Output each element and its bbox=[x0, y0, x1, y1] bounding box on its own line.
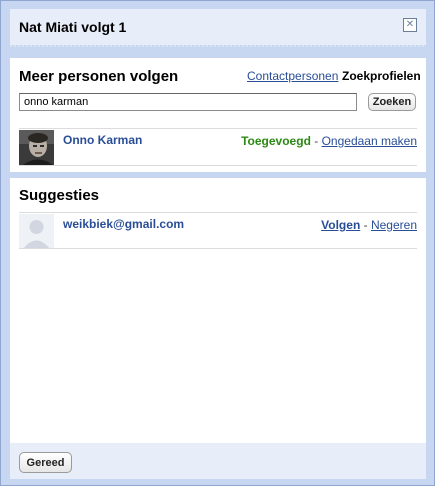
suggestion-actions: Volgen - Negeren bbox=[321, 218, 417, 232]
result-name[interactable]: Onno Karman bbox=[63, 133, 142, 147]
tab-contacts[interactable]: Contactpersonen bbox=[247, 69, 338, 83]
dialog-title-bar: Nat Miati volgt 1 ✕ bbox=[10, 9, 426, 47]
follow-more-section: Meer personen volgen Contactpersonen Zoe… bbox=[10, 58, 426, 172]
added-status: Toegevoegd bbox=[241, 134, 311, 148]
user-photo bbox=[19, 130, 54, 165]
action-separator: - bbox=[363, 218, 368, 232]
search-input[interactable] bbox=[19, 93, 357, 111]
result-divider-bottom bbox=[19, 165, 417, 166]
suggestion-divider-top bbox=[19, 212, 417, 213]
search-button[interactable]: Zoeken bbox=[368, 93, 416, 111]
tab-search-profiles[interactable]: Zoekprofielen bbox=[342, 69, 421, 83]
suggestion-name[interactable]: weikbiek@gmail.com bbox=[63, 217, 184, 231]
suggestions-heading: Suggesties bbox=[19, 187, 100, 204]
done-button[interactable]: Gereed bbox=[19, 452, 72, 473]
action-separator: - bbox=[314, 134, 319, 148]
suggestion-divider-bottom bbox=[19, 248, 417, 249]
dialog-footer: Gereed bbox=[10, 443, 426, 479]
title-divider bbox=[10, 45, 426, 47]
suggestions-section: Suggesties weikbiek@gmail.com Volgen - N… bbox=[10, 178, 426, 443]
follow-more-heading: Meer personen volgen bbox=[19, 68, 179, 85]
follow-dialog: Nat Miati volgt 1 ✕ Meer personen volgen… bbox=[0, 0, 435, 486]
dialog-title: Nat Miati volgt 1 bbox=[19, 19, 127, 35]
result-divider-top bbox=[19, 128, 417, 129]
ignore-link[interactable]: Negeren bbox=[371, 218, 417, 232]
undo-link[interactable]: Ongedaan maken bbox=[322, 134, 417, 148]
follow-link[interactable]: Volgen bbox=[321, 218, 360, 232]
result-actions: Toegevoegd - Ongedaan maken bbox=[241, 134, 417, 148]
close-icon[interactable]: ✕ bbox=[403, 18, 417, 32]
default-avatar-icon bbox=[19, 214, 54, 249]
